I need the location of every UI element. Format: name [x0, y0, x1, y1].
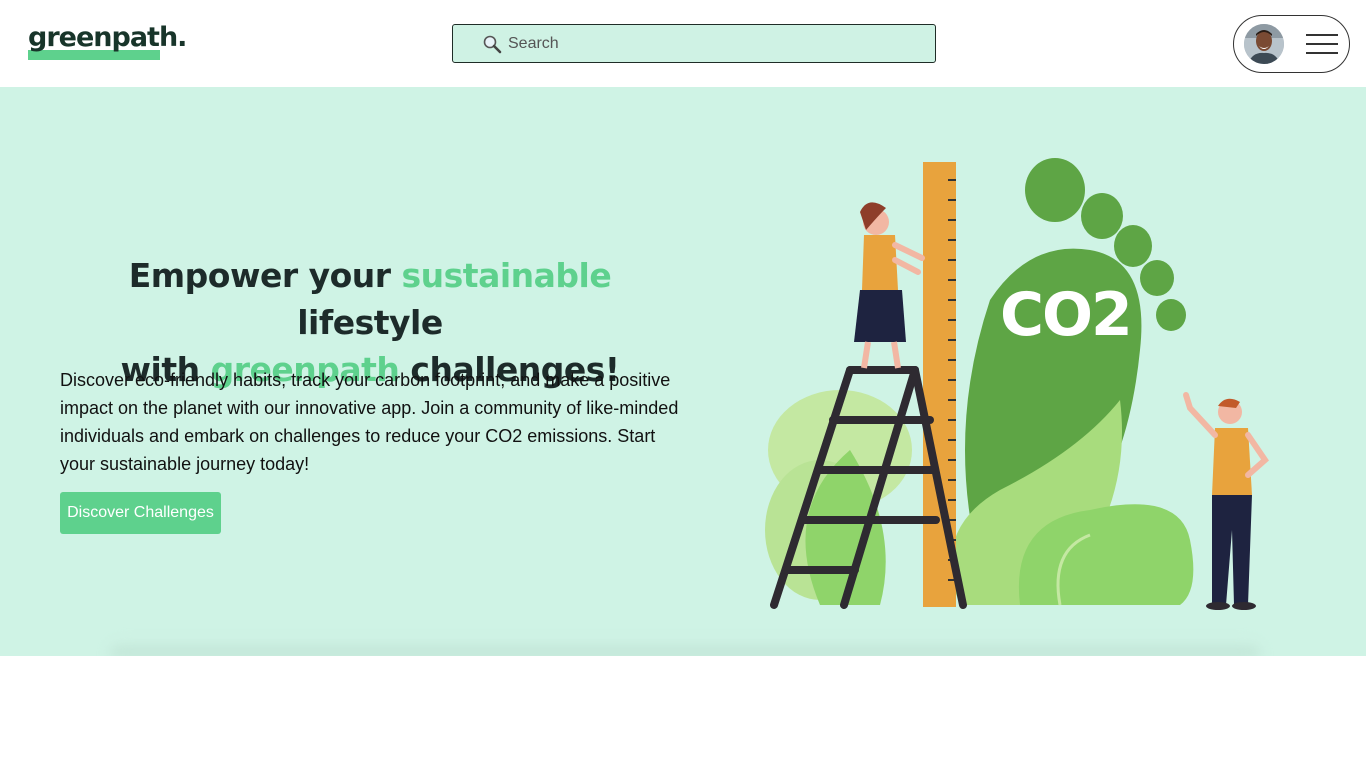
page-body-below-hero [0, 656, 1366, 768]
hero-bottom-shadow [110, 642, 1260, 656]
headline-text: Empower your [128, 256, 402, 295]
hero-illustration: CO2 [760, 150, 1280, 625]
logo-text: greenpath. [28, 22, 187, 53]
discover-challenges-button[interactable]: Discover Challenges [60, 492, 221, 534]
headline-accent-sustainable: sustainable [401, 256, 612, 295]
search-bar[interactable] [452, 24, 936, 63]
headline-text: lifestyle [297, 303, 443, 342]
search-input[interactable] [508, 34, 908, 53]
top-navbar: greenpath. [0, 0, 1366, 87]
user-avatar[interactable] [1244, 24, 1284, 64]
hamburger-icon[interactable] [1306, 32, 1338, 56]
user-menu-button[interactable] [1233, 15, 1350, 73]
magnifier-icon [482, 33, 504, 55]
hero-description: Discover eco-friendly habits, track your… [60, 370, 679, 474]
co2-label: CO2 [1000, 280, 1131, 350]
